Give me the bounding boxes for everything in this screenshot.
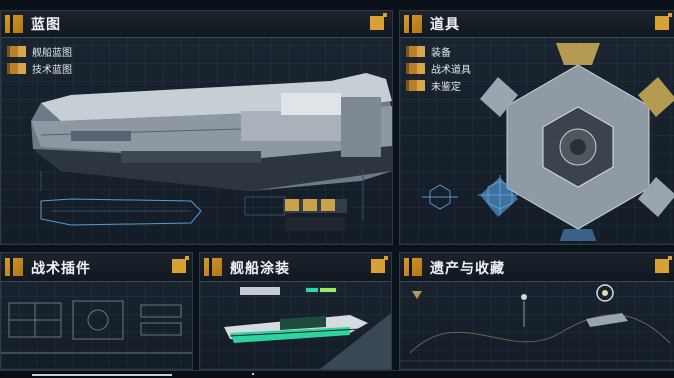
ship-paint-title: 舰船涂装	[230, 261, 290, 277]
ui-root: { "panels": { "blueprint": { "title": "蓝…	[0, 0, 674, 378]
blueprint-title: 蓝图	[31, 17, 61, 33]
gold-square-icon	[370, 13, 387, 30]
items-title: 道具	[430, 17, 460, 33]
tactical-plugins-panel[interactable]: 战术插件	[0, 252, 193, 370]
items-header: 道具	[400, 11, 674, 38]
header-mark-icon	[5, 15, 23, 33]
space-station-image	[422, 43, 674, 241]
ship-paint-panel[interactable]: 舰船涂装	[199, 252, 392, 370]
header-mark-icon	[5, 258, 23, 276]
page-dot-icon	[252, 373, 254, 375]
header-mark-icon	[404, 15, 422, 33]
header-mark-icon	[204, 258, 222, 276]
gold-square-icon	[655, 13, 672, 30]
tactical-plugins-header: 战术插件	[1, 253, 192, 282]
bottom-bar	[0, 370, 674, 378]
scroll-indicator[interactable]	[32, 374, 172, 376]
plugin-schematics-image	[1, 300, 192, 354]
gold-square-icon	[172, 256, 189, 273]
header-mark-icon	[404, 258, 422, 276]
relics-panel[interactable]: 遗产与收藏	[399, 252, 674, 370]
items-panel[interactable]: 道具 装备 战术道具 未鉴定	[399, 10, 674, 245]
gold-square-icon	[655, 256, 672, 273]
tactical-plugins-title: 战术插件	[31, 261, 91, 277]
battleship-image	[31, 73, 392, 231]
ship-paint-header: 舰船涂装	[200, 253, 391, 282]
relics-header: 遗产与收藏	[400, 253, 674, 282]
relics-title: 遗产与收藏	[430, 261, 505, 277]
relics-star-map-image	[400, 284, 674, 362]
painted-ship-image	[224, 287, 391, 369]
gold-square-icon	[371, 256, 388, 273]
blueprint-header: 蓝图	[1, 11, 392, 38]
blueprint-panel[interactable]: 蓝图 舰船蓝图 技术蓝图	[0, 10, 393, 245]
